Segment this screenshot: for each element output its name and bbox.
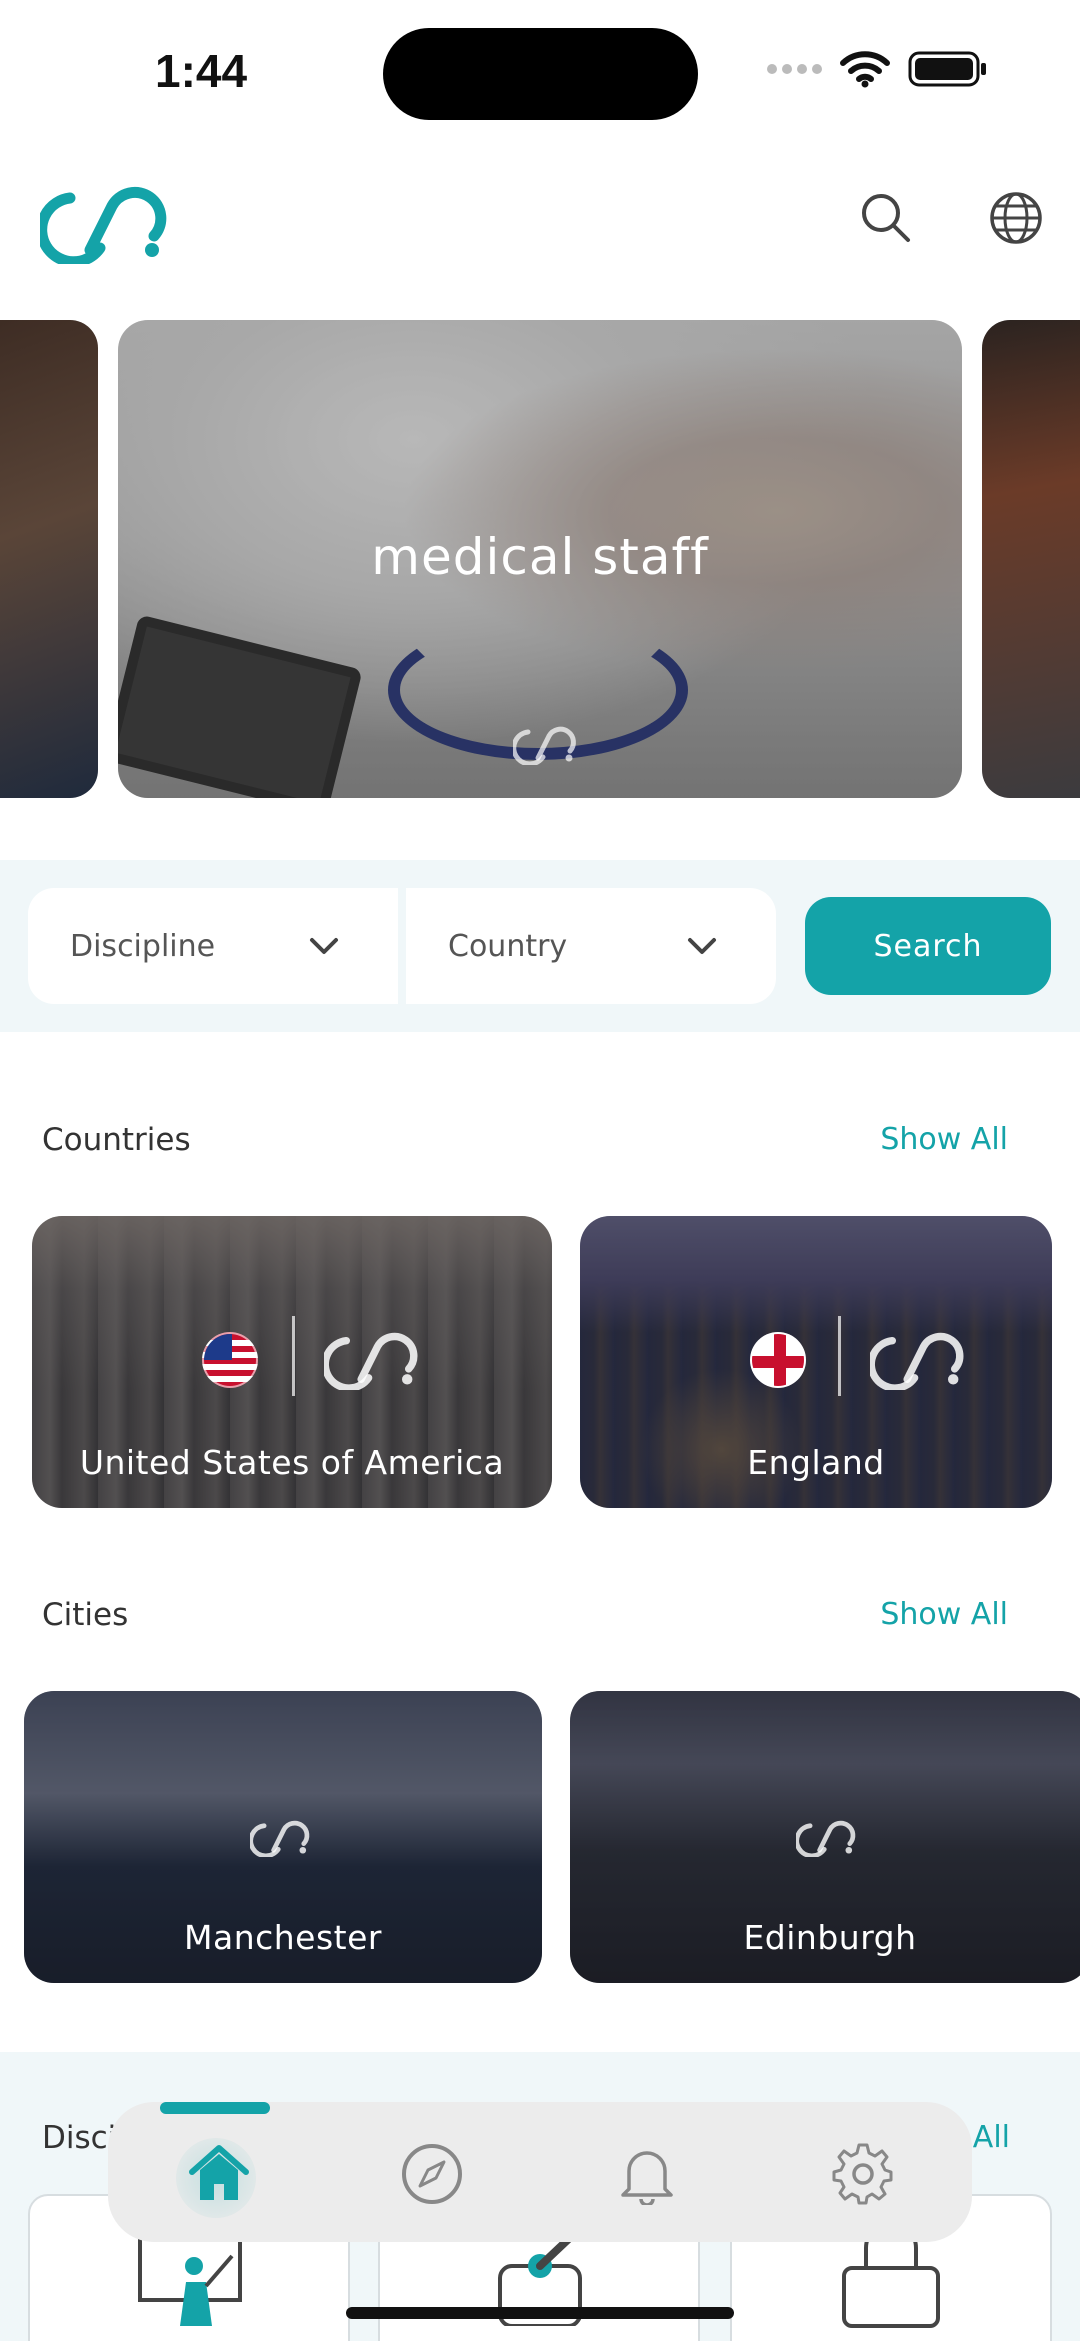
discipline-dropdown-label: Discipline xyxy=(70,928,216,964)
cellular-signal-icon xyxy=(767,64,822,74)
country-card-england[interactable]: England xyxy=(580,1216,1052,1508)
home-indicator[interactable] xyxy=(346,2307,734,2319)
discipline-dropdown[interactable]: Discipline xyxy=(28,888,398,1004)
dynamic-island xyxy=(383,28,698,120)
usa-flag-icon xyxy=(202,1332,258,1388)
countries-show-all-link[interactable]: Show All xyxy=(880,1122,1008,1157)
brand-logo-icon[interactable] xyxy=(36,184,180,268)
nav-active-indicator xyxy=(160,2102,270,2114)
watermark-logo-icon xyxy=(250,1820,310,1857)
watermark-logo-icon xyxy=(870,1332,964,1390)
watermark-logo-icon xyxy=(796,1820,856,1857)
nav-compass-icon[interactable] xyxy=(397,2142,467,2206)
hero-slide-next[interactable] xyxy=(982,320,1080,798)
countries-section-header: Countries Show All xyxy=(0,1112,1080,1172)
city-card-edinburgh[interactable]: Edinburgh xyxy=(570,1691,1080,1983)
city-name: Manchester xyxy=(184,1918,382,1957)
cities-show-all-link[interactable]: Show All xyxy=(880,1597,1008,1632)
app-header xyxy=(0,170,1080,270)
country-name: England xyxy=(747,1443,885,1482)
country-name: United States of America xyxy=(79,1443,505,1482)
chevron-down-icon xyxy=(308,930,340,966)
country-dropdown[interactable]: Country xyxy=(406,888,776,1004)
search-button[interactable]: Search xyxy=(805,897,1051,995)
nav-active-glow xyxy=(176,2138,256,2218)
city-card-manchester[interactable]: Manchester xyxy=(24,1691,542,1983)
hero-slide-previous[interactable] xyxy=(0,320,98,798)
england-flag-icon xyxy=(750,1332,806,1388)
globe-icon[interactable] xyxy=(988,190,1044,250)
nav-bell-icon[interactable] xyxy=(612,2142,682,2206)
status-bar: 1:44 xyxy=(0,0,1080,140)
cities-title: Cities xyxy=(42,1597,129,1633)
city-name: Edinburgh xyxy=(743,1918,917,1957)
hero-slide-medical-staff[interactable]: medical staff xyxy=(118,320,962,798)
filter-bar: Discipline Country Search xyxy=(0,860,1080,1032)
countries-title: Countries xyxy=(42,1122,191,1158)
search-icon[interactable] xyxy=(858,190,914,250)
status-icons xyxy=(767,50,988,88)
hero-title: medical staff xyxy=(371,528,709,586)
wifi-icon xyxy=(840,51,890,88)
chevron-down-icon xyxy=(686,930,718,966)
nav-gear-icon[interactable] xyxy=(828,2142,898,2206)
status-time: 1:44 xyxy=(155,45,248,97)
watermark-logo-icon xyxy=(324,1332,418,1390)
battery-icon xyxy=(908,51,986,87)
country-dropdown-label: Country xyxy=(448,928,568,964)
cities-section-header: Cities Show All xyxy=(0,1587,1080,1647)
hero-carousel[interactable]: medical staff xyxy=(0,320,1080,800)
watermark-logo-icon xyxy=(511,725,583,769)
country-card-usa[interactable]: United States of America xyxy=(32,1216,552,1508)
